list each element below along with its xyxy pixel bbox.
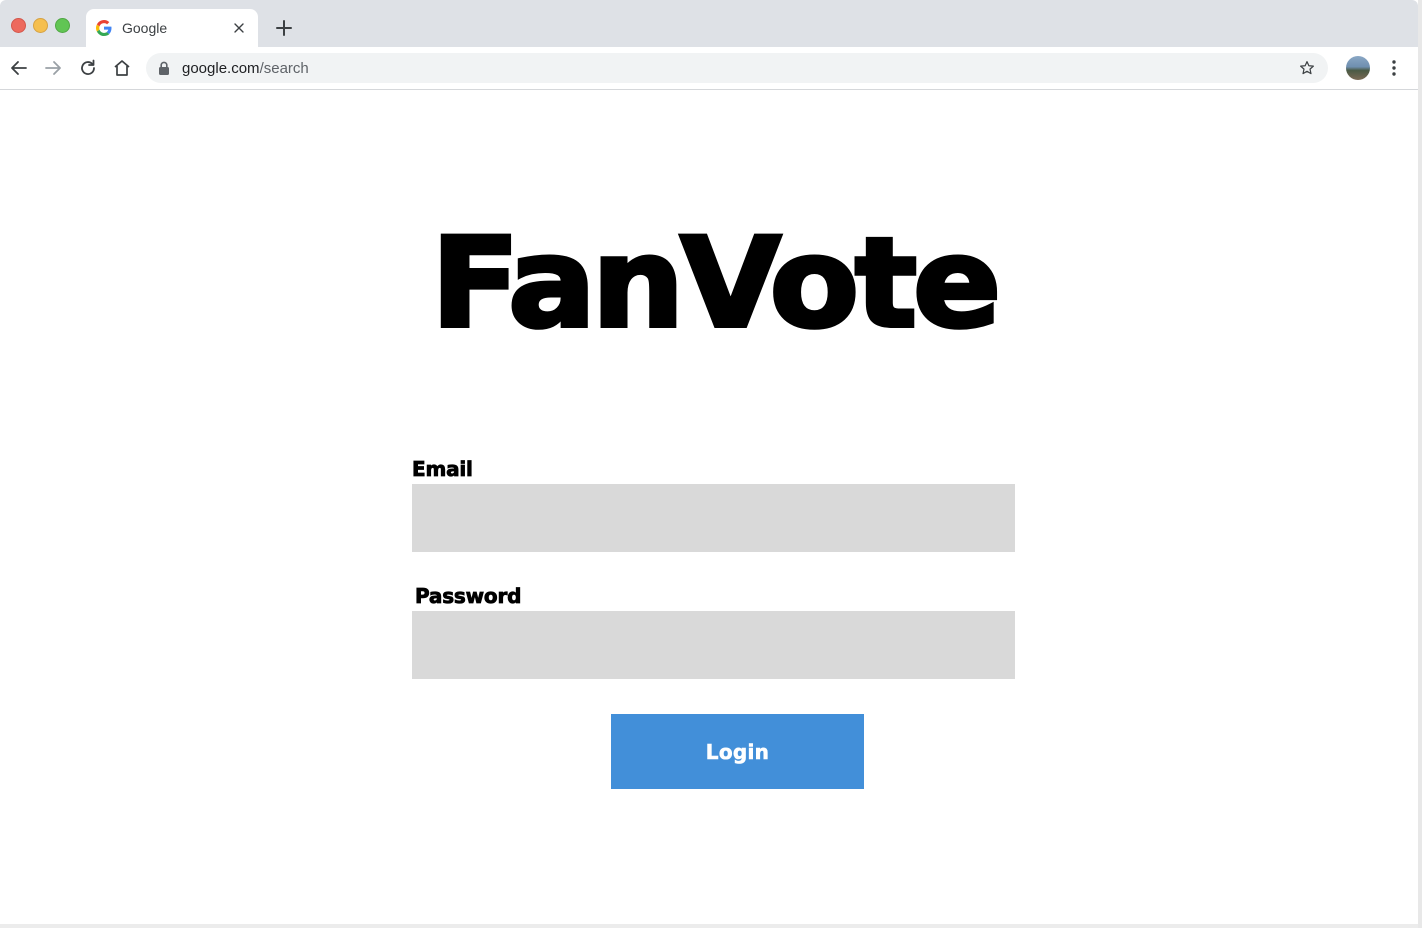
reload-icon[interactable] [77, 57, 99, 79]
window-minimize-button[interactable] [33, 18, 48, 33]
window-close-button[interactable] [11, 18, 26, 33]
url-domain: google.com [182, 60, 260, 77]
password-label: Password [415, 584, 522, 609]
browser-tabstrip: Google [0, 0, 1418, 47]
home-icon[interactable] [111, 57, 133, 79]
window-edge [1418, 0, 1422, 928]
email-field[interactable] [412, 484, 1015, 552]
google-g-icon [96, 20, 112, 36]
window-maximize-button[interactable] [55, 18, 70, 33]
star-icon[interactable] [1298, 59, 1316, 77]
lock-icon[interactable] [158, 61, 170, 75]
window-edge-bottom [0, 924, 1418, 928]
menu-kebab-icon[interactable] [1384, 58, 1404, 78]
address-bar[interactable]: google.com/search [146, 53, 1328, 83]
forward-icon[interactable] [42, 57, 64, 79]
url-path: /search [259, 60, 309, 77]
browser-toolbar: google.com/search [0, 47, 1418, 90]
back-icon[interactable] [8, 57, 30, 79]
browser-tab[interactable]: Google [86, 9, 258, 47]
password-field[interactable] [412, 611, 1015, 679]
email-label: Email [412, 457, 474, 482]
fanvote-logo: FanVote [429, 212, 1004, 356]
url-text[interactable]: google.com/search [182, 60, 309, 77]
close-tab-icon[interactable] [232, 21, 246, 35]
profile-avatar[interactable] [1346, 56, 1370, 80]
tab-title: Google [122, 20, 168, 36]
new-tab-icon[interactable] [274, 18, 294, 38]
login-button[interactable]: Login [611, 714, 864, 789]
